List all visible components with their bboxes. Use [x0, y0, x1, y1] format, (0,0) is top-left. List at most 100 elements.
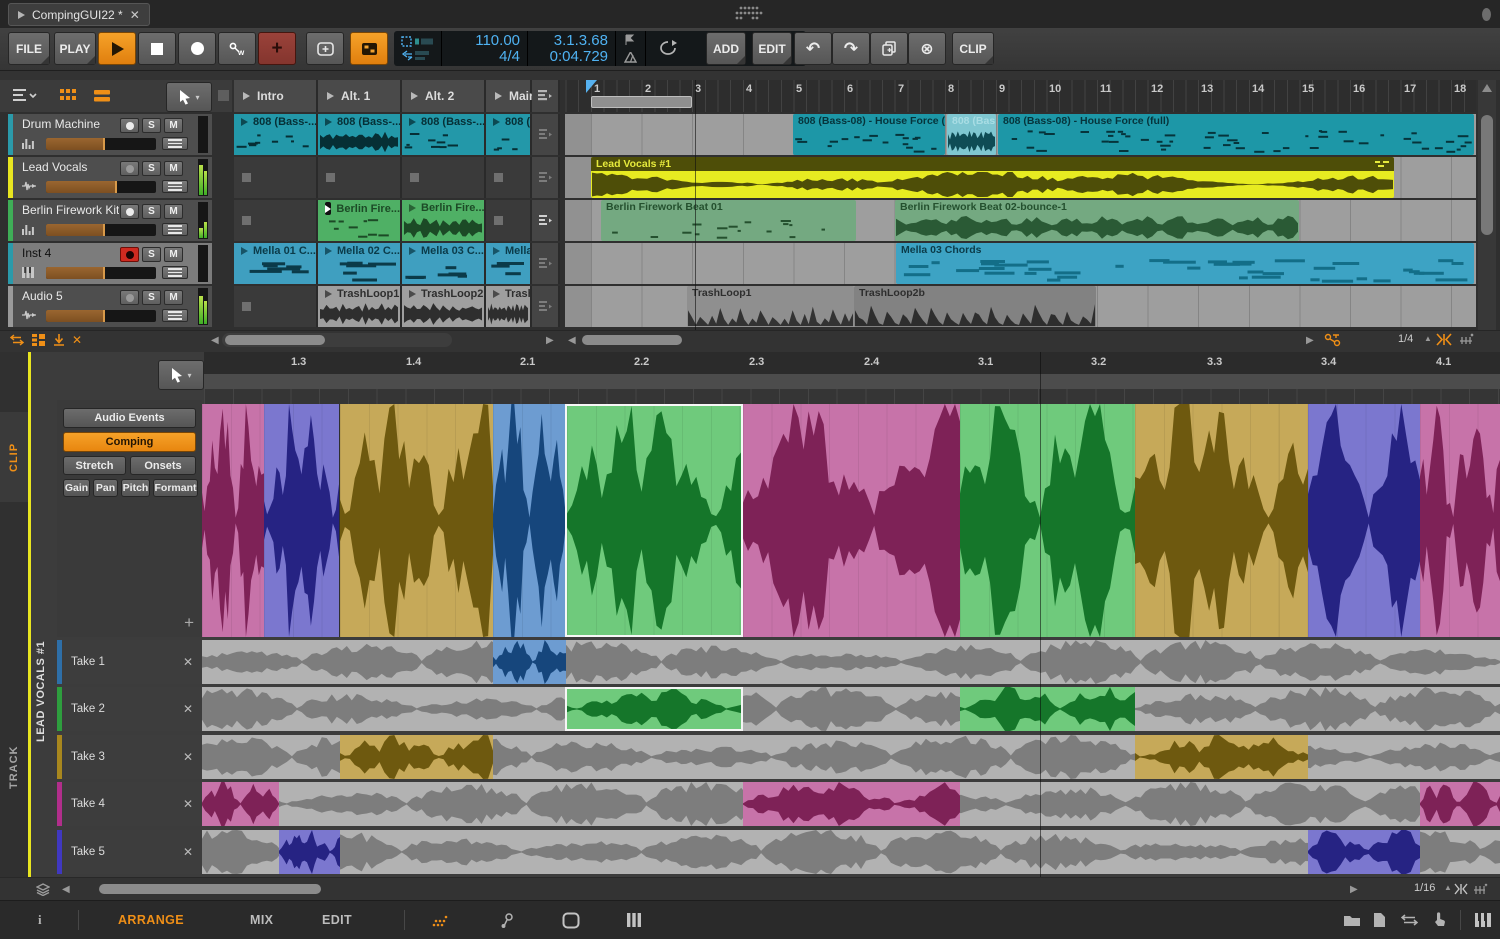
take-comp-region[interactable] [202, 782, 279, 826]
volume-fader[interactable] [46, 181, 156, 193]
track-header[interactable]: Inst 4SM [8, 243, 212, 284]
editor-loop-strip[interactable] [204, 374, 1500, 389]
launcher-clip[interactable]: Mella 01 C... [234, 243, 318, 284]
take-delete-icon[interactable]: ✕ [183, 845, 193, 859]
clip-slot-empty[interactable] [486, 157, 532, 198]
song-position-value[interactable]: 3.1.3.68 [528, 33, 615, 49]
clip-slot-empty[interactable] [402, 157, 486, 198]
scene-header-alt-1[interactable]: Alt. 1 [318, 80, 402, 112]
arranger-clip[interactable]: 808 (Bass-08) - House Force (full) [998, 114, 1474, 155]
comping-button[interactable]: Comping [63, 432, 196, 452]
duplicate-button[interactable] [870, 32, 908, 65]
clip-menu-button[interactable]: CLIP [952, 32, 994, 65]
panel-columns-icon[interactable] [626, 912, 642, 928]
scene-header-alt-2[interactable]: Alt. 2 [402, 80, 486, 112]
arranger-scroll-right-icon[interactable]: ▶ [1306, 335, 1314, 346]
clip-play-icon[interactable] [325, 290, 332, 298]
take-label[interactable]: Take 4✕ [57, 782, 202, 826]
comp-segment-pink[interactable] [202, 404, 264, 637]
editor-scroll-left-icon[interactable]: ◀ [62, 884, 70, 895]
track-header[interactable]: Audio 5SM [8, 286, 212, 327]
launcher-clip[interactable]: 808 (B [486, 114, 532, 155]
clip-play-icon[interactable] [325, 118, 332, 126]
launcher-hscroll-thumb[interactable] [225, 335, 325, 345]
layers-icon[interactable] [36, 883, 50, 896]
solo-button[interactable]: S [142, 247, 161, 262]
formant-button[interactable]: Formant [153, 479, 198, 497]
position-display[interactable]: 3.1.3.68 0:04.729 [528, 31, 616, 66]
take-comp-region[interactable] [1308, 830, 1420, 874]
info-icon[interactable]: i [38, 901, 42, 939]
editor-timeline-ruler[interactable]: 1.31.42.12.22.32.43.13.23.33.44.1 [204, 352, 1500, 374]
delete-button[interactable]: ⊗ [908, 32, 946, 65]
solo-button[interactable]: S [142, 118, 161, 133]
editor-zoom-value[interactable]: 1/16 [1414, 882, 1435, 894]
take-label[interactable]: Take 5✕ [57, 830, 202, 874]
record-button[interactable] [178, 32, 216, 65]
clip-slot-empty[interactable] [234, 286, 318, 327]
comp-segment-pink[interactable] [743, 404, 960, 637]
arranger-clip[interactable]: TrashLoop2b [854, 286, 1096, 327]
add-take-lane-button[interactable]: + [184, 614, 194, 631]
arranger-clip[interactable]: Berlin Firework Beat 02-bounce-1 [895, 200, 1299, 241]
io-routing-icon[interactable] [1401, 914, 1418, 926]
close-icon[interactable]: ✕ [130, 8, 140, 22]
arranger-scroll-left-icon[interactable]: ◀ [568, 335, 576, 346]
take-delete-icon[interactable]: ✕ [183, 797, 193, 811]
play-menu-button[interactable]: PLAY [54, 32, 96, 65]
clip-play-icon[interactable] [325, 247, 332, 255]
take-comp-region[interactable] [493, 640, 566, 684]
take-label[interactable]: Take 3✕ [57, 735, 202, 779]
mute-button[interactable]: M [164, 118, 183, 133]
view-tab-mix[interactable]: MIX [250, 901, 273, 939]
clip-play-icon[interactable] [409, 290, 416, 298]
playhead-marker[interactable] [586, 80, 597, 93]
take-comp-region[interactable] [743, 782, 960, 826]
comp-segment-purple[interactable] [1308, 404, 1420, 637]
arranger-clip[interactable]: TrashLoop1 [687, 286, 854, 327]
launcher-clip[interactable]: Mella [486, 243, 532, 284]
clip-play-icon[interactable] [493, 247, 500, 255]
launcher-compact-icon[interactable] [32, 334, 45, 346]
launcher-grid-view-icon[interactable] [60, 89, 76, 103]
take-comp-region[interactable] [960, 687, 1135, 731]
record-arm-button[interactable] [120, 118, 139, 133]
loop-follow-icons[interactable] [394, 31, 442, 66]
launcher-clip[interactable]: 808 (Bass-... [402, 114, 486, 155]
editor-snap-icon[interactable] [1454, 883, 1468, 895]
launcher-clip[interactable]: Trash [486, 286, 532, 327]
scene-continue-button[interactable] [532, 243, 560, 284]
clip-play-icon[interactable] [409, 118, 416, 126]
redo-button[interactable]: ↷ [832, 32, 870, 65]
launcher-clip[interactable]: 808 (Bass-... [234, 114, 318, 155]
clip-slot-empty[interactable] [234, 200, 318, 241]
arranger-clip[interactable]: Mella 03 Chords [896, 243, 1474, 284]
take-waveform-lane[interactable] [202, 687, 1500, 731]
mute-button[interactable]: M [164, 290, 183, 305]
editor-grid-icon[interactable] [1474, 883, 1488, 895]
add-track-button[interactable]: ADD [706, 32, 746, 65]
mute-button[interactable]: M [164, 161, 183, 176]
dual-display-toggle-button[interactable] [350, 32, 388, 65]
scene-continue-button[interactable] [532, 286, 560, 327]
loop-region-bar[interactable] [591, 96, 692, 108]
pitch-button[interactable]: Pitch [121, 479, 150, 497]
launcher-clip[interactable]: TrashLoop2b [402, 286, 486, 327]
clip-play-icon[interactable] [241, 118, 248, 126]
arranger-timeline-ruler[interactable]: 123456789101112131415161718 [565, 80, 1476, 112]
track-menu-button[interactable] [162, 223, 188, 236]
tab-track[interactable]: TRACK [0, 722, 28, 812]
launcher-scroll-left-icon[interactable]: ◀ [211, 335, 219, 346]
take-comp-region[interactable] [279, 830, 340, 874]
arranger-snap-value[interactable]: 1/4 [1398, 333, 1413, 345]
launcher-hscroll-track[interactable] [222, 333, 452, 347]
scene-master-column-header[interactable] [532, 80, 560, 112]
launcher-clip[interactable]: TrashLoop1 [318, 286, 402, 327]
editor-scroll-right-icon[interactable]: ▶ [1350, 884, 1358, 895]
launcher-clip[interactable]: 808 (Bass-... [318, 114, 402, 155]
take-waveform-lane[interactable] [202, 735, 1500, 779]
track-list-menu-icon[interactable] [12, 87, 38, 105]
track-menu-button[interactable] [162, 266, 188, 279]
overdub-toggle-button[interactable]: + [258, 32, 296, 65]
pointer-tool-button[interactable]: ▾ [166, 82, 212, 112]
